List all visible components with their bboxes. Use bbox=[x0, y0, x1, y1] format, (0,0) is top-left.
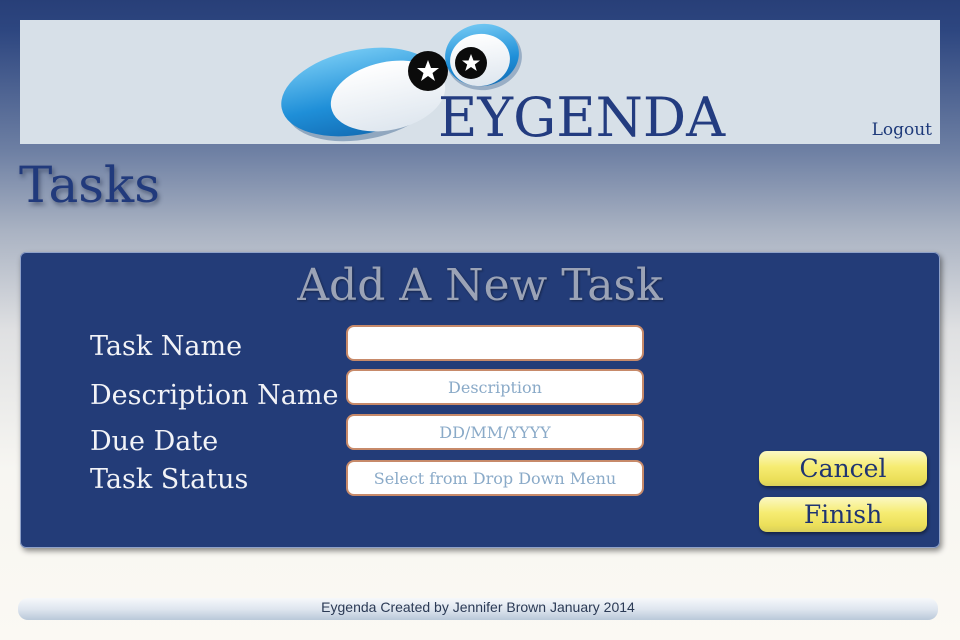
task-status-label: Task Status bbox=[90, 464, 249, 495]
footer-bar: Eygenda Created by Jennifer Brown Januar… bbox=[18, 598, 938, 620]
finish-button[interactable]: Finish bbox=[759, 497, 927, 532]
description-name-label: Description Name bbox=[90, 380, 339, 411]
task-name-label: Task Name bbox=[90, 331, 243, 362]
header-banner: EYGENDA Logout bbox=[20, 20, 940, 144]
task-status-dropdown[interactable] bbox=[346, 460, 644, 496]
eygenda-logo: EYGENDA bbox=[281, 23, 726, 144]
cancel-button[interactable]: Cancel bbox=[759, 451, 927, 486]
task-name-input[interactable] bbox=[346, 325, 644, 361]
description-input[interactable] bbox=[346, 369, 644, 405]
logout-link[interactable]: Logout bbox=[872, 120, 932, 140]
due-date-input[interactable] bbox=[346, 414, 644, 450]
page-title: Tasks bbox=[19, 156, 160, 214]
due-date-label: Due Date bbox=[90, 426, 219, 457]
add-task-panel: Add A New Task Task Name Description Nam… bbox=[20, 252, 940, 548]
app-name-text: EYGENDA bbox=[438, 86, 726, 144]
footer-credit: Eygenda Created by Jennifer Brown Januar… bbox=[321, 599, 635, 615]
form-title: Add A New Task bbox=[297, 260, 663, 311]
